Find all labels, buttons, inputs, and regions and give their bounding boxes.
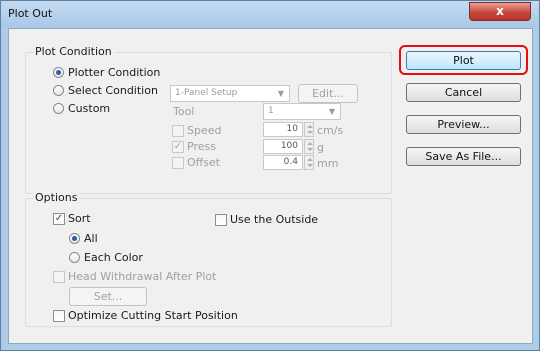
cancel-button[interactable]: Cancel [406, 83, 521, 102]
use-outside-label[interactable]: Use the Outside [230, 213, 318, 226]
speed-checkbox[interactable] [172, 125, 184, 137]
plot-out-dialog: Plot Out x Plot Condition Plotter Condit… [0, 0, 540, 351]
setup-select-value: 1-Panel Setup [175, 88, 238, 98]
title-bar[interactable]: Plot Out x [1, 1, 539, 27]
sort-label[interactable]: Sort [68, 212, 91, 225]
press-label[interactable]: Press [187, 140, 216, 153]
optimize-checkbox[interactable] [53, 310, 65, 322]
sort-checkbox[interactable]: ✓ [53, 213, 65, 225]
optimize-label[interactable]: Optimize Cutting Start Position [68, 309, 238, 322]
tool-select-value: 1 [268, 106, 274, 116]
plotter-condition-label[interactable]: Plotter Condition [68, 66, 160, 79]
plot-button-label: Plot [453, 54, 474, 67]
setup-select[interactable]: 1-Panel Setup ▼ [170, 85, 290, 102]
speed-label[interactable]: Speed [187, 124, 221, 137]
speed-input[interactable]: 10 [263, 122, 303, 137]
close-button[interactable]: x [469, 2, 531, 21]
window-title: Plot Out [8, 7, 53, 20]
tool-select[interactable]: 1 ▼ [263, 103, 341, 120]
press-spinner[interactable] [304, 139, 314, 154]
offset-unit: mm [317, 157, 339, 170]
each-color-radio[interactable] [69, 252, 80, 263]
save-as-file-button[interactable]: Save As File... [406, 147, 521, 166]
select-condition-label[interactable]: Select Condition [68, 84, 158, 97]
press-unit: g [317, 141, 324, 154]
edit-button[interactable]: Edit... [298, 84, 358, 103]
speed-unit: cm/s [317, 124, 344, 137]
custom-label[interactable]: Custom [68, 102, 110, 115]
select-condition-radio[interactable] [53, 85, 64, 96]
use-outside-checkbox[interactable] [215, 214, 227, 226]
offset-label[interactable]: Offset [187, 156, 220, 169]
offset-checkbox[interactable] [172, 157, 184, 169]
offset-input[interactable]: 0.4 [263, 155, 303, 170]
save-as-file-button-label: Save As File... [425, 150, 502, 163]
plot-button[interactable]: Plot [406, 51, 521, 70]
edit-button-label: Edit... [312, 87, 344, 100]
chevron-down-icon: ▼ [328, 107, 335, 116]
custom-radio[interactable] [53, 103, 64, 114]
speed-spinner[interactable] [304, 122, 314, 137]
options-title: Options [33, 191, 80, 204]
plot-condition-title: Plot Condition [33, 45, 114, 58]
preview-button[interactable]: Preview... [406, 115, 521, 134]
all-label[interactable]: All [84, 232, 98, 245]
set-button[interactable]: Set... [69, 287, 147, 306]
all-radio[interactable] [69, 233, 80, 244]
cancel-button-label: Cancel [444, 86, 483, 99]
set-button-label: Set... [93, 290, 123, 303]
close-icon: x [496, 4, 504, 18]
plotter-condition-radio[interactable] [53, 67, 64, 78]
head-withdrawal-label[interactable]: Head Withdrawal After Plot [68, 270, 216, 283]
press-input[interactable]: 100 [263, 139, 303, 154]
offset-spinner[interactable] [304, 155, 314, 170]
head-withdrawal-checkbox[interactable] [53, 271, 65, 283]
preview-button-label: Preview... [437, 118, 490, 131]
chevron-down-icon: ▼ [277, 89, 284, 98]
dialog-body: Plot Condition Plotter Condition Select … [8, 28, 533, 344]
press-checkbox[interactable]: ✓ [172, 141, 184, 153]
each-color-label[interactable]: Each Color [84, 251, 143, 264]
tool-label: Tool [173, 105, 195, 118]
